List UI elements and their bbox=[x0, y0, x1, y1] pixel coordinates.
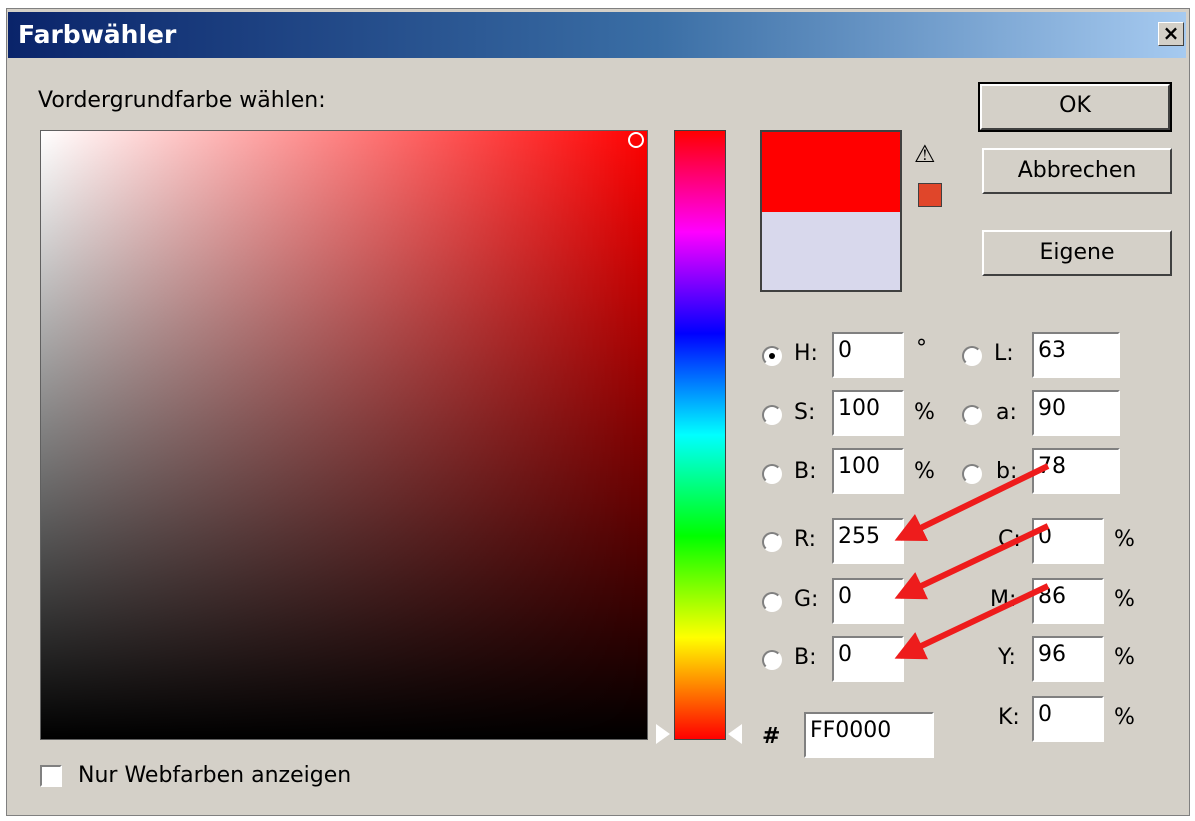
annotation-arrows bbox=[894, 463, 1050, 660]
arrow-to-r bbox=[894, 463, 1050, 541]
arrow-to-b bbox=[894, 583, 1050, 660]
arrow-to-g bbox=[894, 523, 1050, 600]
